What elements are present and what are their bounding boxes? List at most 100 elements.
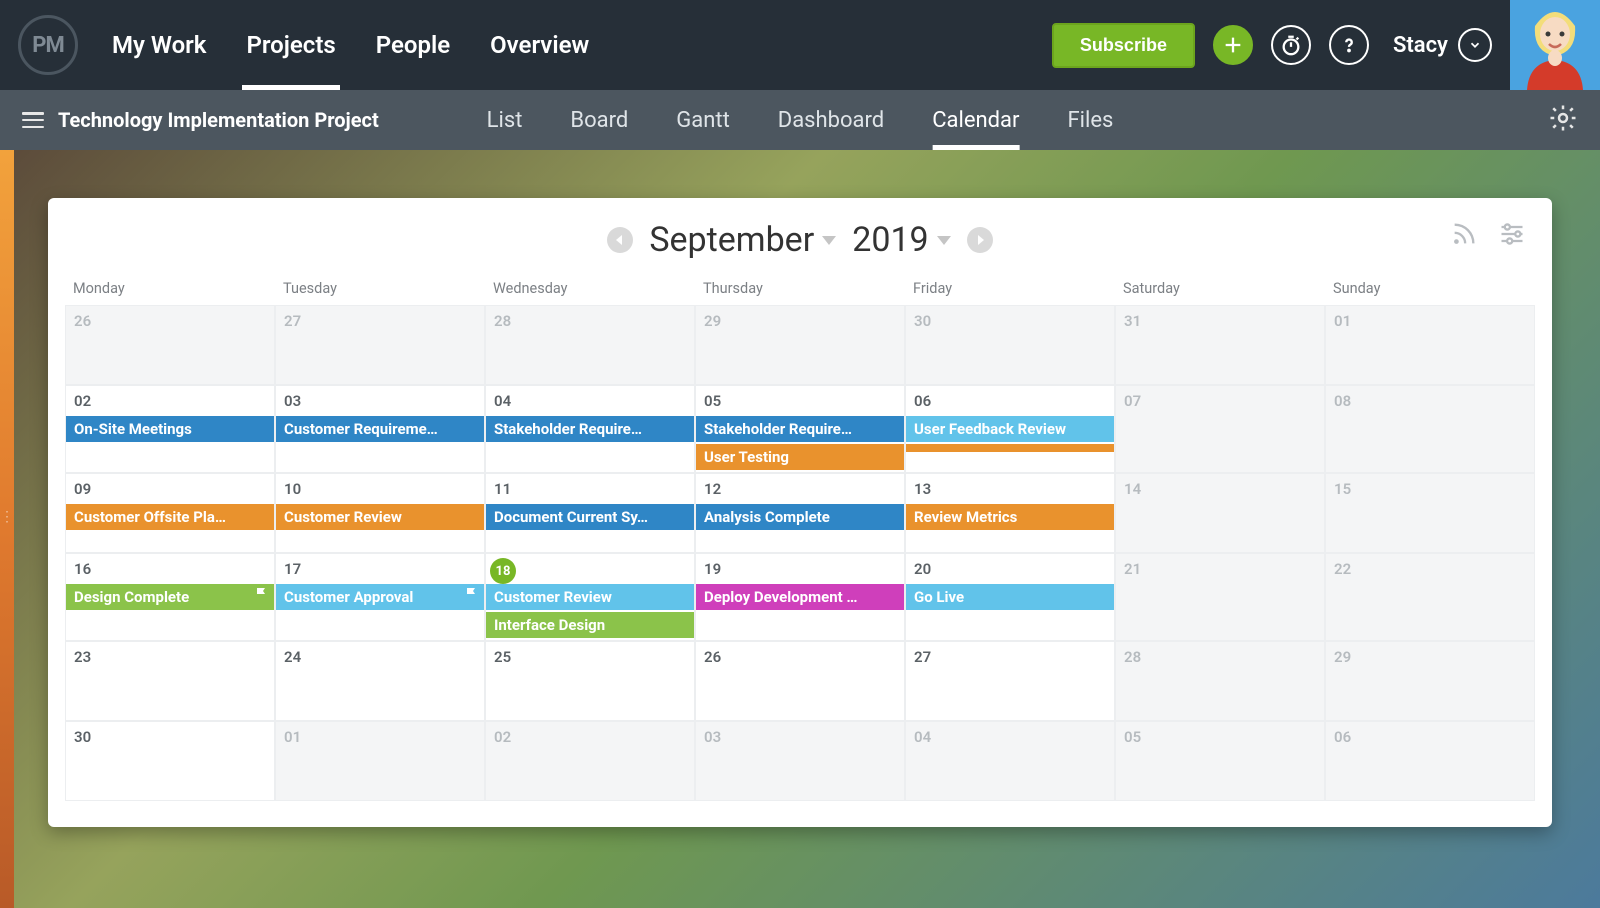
calendar-day-cell[interactable]: 29 <box>1325 641 1535 721</box>
calendar-day-cell[interactable]: 25 <box>485 641 695 721</box>
calendar-day-cell[interactable]: 26 <box>695 641 905 721</box>
calendar-event[interactable] <box>906 444 1114 452</box>
help-button[interactable] <box>1329 25 1369 65</box>
main-nav-my-work[interactable]: My Work <box>108 0 210 90</box>
calendar-day-cell[interactable]: 16Design Complete <box>65 553 275 641</box>
calendar-day-cell[interactable]: 28 <box>485 305 695 385</box>
calendar-day-cell[interactable]: 30 <box>65 721 275 801</box>
calendar-event[interactable]: Customer Offsite Pla… <box>66 504 274 530</box>
day-number: 08 <box>1334 392 1351 410</box>
settings-button[interactable] <box>1548 103 1578 137</box>
calendar-day-cell[interactable]: 02 <box>485 721 695 801</box>
calendar-day-cell[interactable]: 24 <box>275 641 485 721</box>
calendar-day-cell[interactable]: 07 <box>1115 385 1325 473</box>
calendar-day-cell[interactable]: 22 <box>1325 553 1535 641</box>
calendar-event[interactable]: On-Site Meetings <box>66 416 274 442</box>
view-tab-board[interactable]: Board <box>570 90 628 150</box>
timer-button[interactable] <box>1271 25 1311 65</box>
calendar-day-cell[interactable]: 17Customer Approval <box>275 553 485 641</box>
calendar-day-cell[interactable]: 10 Customer Review <box>275 473 485 553</box>
view-tab-list[interactable]: List <box>487 90 523 150</box>
calendar-day-cell[interactable]: 20 Go Live <box>905 553 1115 641</box>
day-number: 29 <box>1334 648 1351 666</box>
calendar-week-row: 02On-Site Meetings03Customer Requireme…0… <box>65 385 1535 473</box>
day-number: 10 <box>284 480 301 498</box>
day-number: 28 <box>494 312 511 330</box>
calendar-event[interactable]: Stakeholder Require… <box>696 416 904 442</box>
calendar-event[interactable]: Analysis Complete <box>696 504 904 530</box>
sidebar-toggle[interactable] <box>22 112 44 128</box>
calendar-day-cell[interactable]: 04 <box>905 721 1115 801</box>
calendar-event[interactable]: Deploy Development … <box>696 584 904 610</box>
day-number: 11 <box>494 480 511 498</box>
calendar-day-cell[interactable]: 03 <box>695 721 905 801</box>
calendar-event[interactable]: Stakeholder Require… <box>486 416 694 442</box>
calendar-day-cell[interactable]: 13Review Metrics <box>905 473 1115 553</box>
calendar-day-cell[interactable]: 01 <box>275 721 485 801</box>
calendar-event[interactable]: User Testing <box>696 444 904 470</box>
calendar-day-cell[interactable]: 02On-Site Meetings <box>65 385 275 473</box>
calendar-day-cell[interactable]: 06User Feedback Review <box>905 385 1115 473</box>
day-number: 20 <box>914 560 931 578</box>
day-number: 05 <box>704 392 721 410</box>
calendar-day-cell[interactable]: 08 <box>1325 385 1535 473</box>
view-tab-calendar[interactable]: Calendar <box>932 90 1019 150</box>
calendar-day-cell[interactable]: 05 Stakeholder Require…User Testing <box>695 385 905 473</box>
avatar[interactable] <box>1510 0 1600 90</box>
day-number: 07 <box>1124 392 1141 410</box>
filter-sliders-icon[interactable] <box>1498 220 1526 248</box>
view-tab-gantt[interactable]: Gantt <box>676 90 730 150</box>
calendar-grid: MondayTuesdayWednesdayThursdayFridaySatu… <box>65 274 1535 801</box>
main-nav-overview[interactable]: Overview <box>486 0 593 90</box>
calendar-day-cell[interactable]: 30 <box>905 305 1115 385</box>
add-button[interactable] <box>1213 25 1253 65</box>
calendar-day-cell[interactable]: 29 <box>695 305 905 385</box>
calendar-day-cell[interactable]: 19 Deploy Development … <box>695 553 905 641</box>
calendar-event[interactable]: Customer Requireme… <box>276 416 484 442</box>
calendar-day-cell[interactable]: 01 <box>1325 305 1535 385</box>
main-nav-projects[interactable]: Projects <box>242 0 339 90</box>
calendar-event[interactable]: Design Complete <box>66 584 274 610</box>
calendar-event[interactable]: Customer Review <box>276 504 484 530</box>
calendar-event[interactable]: Review Metrics <box>906 504 1114 530</box>
brand-logo[interactable]: PM <box>18 15 78 75</box>
user-menu-chevron[interactable] <box>1458 28 1492 62</box>
calendar-event[interactable]: Interface Design <box>486 612 694 638</box>
calendar-day-cell[interactable]: 27 <box>275 305 485 385</box>
main-nav-people[interactable]: People <box>372 0 454 90</box>
calendar-day-cell[interactable]: 27 <box>905 641 1115 721</box>
day-number: 19 <box>704 560 721 578</box>
side-panel-handle[interactable]: ⋮ <box>0 509 10 549</box>
calendar-day-cell[interactable]: 23 <box>65 641 275 721</box>
calendar-day-cell[interactable]: 05 <box>1115 721 1325 801</box>
user-menu[interactable]: Stacy <box>1393 28 1492 62</box>
calendar-event[interactable]: Customer Approval <box>276 584 484 610</box>
calendar-day-cell[interactable]: 06 <box>1325 721 1535 801</box>
view-tab-files[interactable]: Files <box>1067 90 1113 150</box>
calendar-day-cell[interactable]: 26 <box>65 305 275 385</box>
view-tab-dashboard[interactable]: Dashboard <box>778 90 884 150</box>
rss-feed-icon[interactable] <box>1450 220 1478 248</box>
calendar-event[interactable]: User Feedback Review <box>906 416 1114 442</box>
calendar-day-cell[interactable]: 11 Document Current Sy… <box>485 473 695 553</box>
prev-month-button[interactable] <box>607 227 633 253</box>
calendar-day-cell[interactable]: 18Customer ReviewInterface Design <box>485 553 695 641</box>
calendar-event[interactable]: Go Live <box>906 584 1114 610</box>
month-selector[interactable]: September <box>649 220 836 260</box>
calendar-day-cell[interactable]: 09Customer Offsite Pla… <box>65 473 275 553</box>
next-month-button[interactable] <box>967 227 993 253</box>
calendar-event[interactable]: Customer Review <box>486 584 694 610</box>
calendar-day-cell[interactable]: 28 <box>1115 641 1325 721</box>
calendar-day-cell[interactable]: 04Stakeholder Require… <box>485 385 695 473</box>
calendar-day-cell[interactable]: 21 <box>1115 553 1325 641</box>
subscribe-button[interactable]: Subscribe <box>1052 23 1195 68</box>
calendar-event[interactable]: Document Current Sy… <box>486 504 694 530</box>
calendar-day-cell[interactable]: 15 <box>1325 473 1535 553</box>
triangle-left-icon <box>614 234 626 246</box>
calendar-day-cell[interactable]: 14 <box>1115 473 1325 553</box>
calendar-day-cell[interactable]: 03Customer Requireme… <box>275 385 485 473</box>
calendar-day-cell[interactable]: 31 <box>1115 305 1325 385</box>
day-number: 21 <box>1124 560 1141 578</box>
year-selector[interactable]: 2019 <box>852 220 950 260</box>
calendar-day-cell[interactable]: 12Analysis Complete <box>695 473 905 553</box>
